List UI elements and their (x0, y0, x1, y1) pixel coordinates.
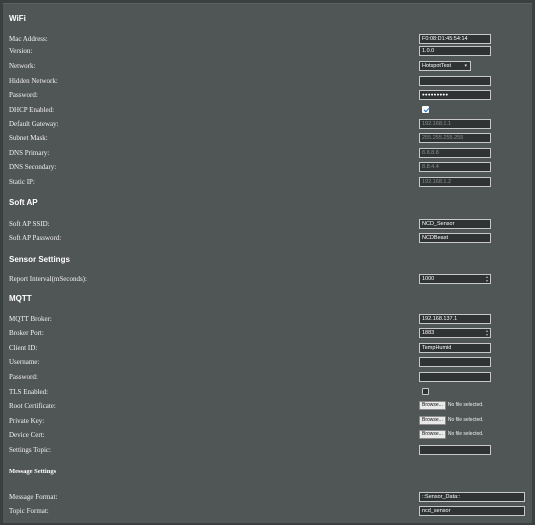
dns-secondary-label: DNS Secondary: (9, 163, 57, 171)
dns-primary-input[interactable]: 8.8.8.8 (419, 148, 491, 158)
static-ip-row: Static IP: 192.168.1.2 (9, 177, 524, 191)
version-label: Version: (9, 47, 33, 55)
mqtt-username-row: Username: (9, 357, 524, 371)
mqtt-username-input[interactable] (419, 357, 491, 367)
topic-format-input[interactable]: ncd_sensor (419, 506, 525, 516)
report-interval-label: Report Interval(mSeconds): (9, 275, 87, 283)
mqtt-password-label: Password: (9, 373, 38, 381)
sensor-settings-header: Sensor Settings (9, 255, 70, 264)
topic-format-row: Topic Format: ncd_sensor (9, 506, 525, 520)
device-cert-status: No file selected. (447, 431, 484, 437)
report-interval-value: 1000 (422, 276, 435, 282)
tls-checkbox[interactable] (422, 388, 429, 395)
broker-port-label: Broker Port: (9, 329, 44, 337)
root-cert-status: No file selected. (447, 402, 484, 408)
dhcp-checkbox[interactable] (422, 106, 429, 113)
mqtt-password-input[interactable] (419, 372, 491, 382)
softap-header: Soft AP (9, 198, 38, 207)
gateway-label: Default Gateway: (9, 120, 59, 128)
wifi-password-label: Password: (9, 91, 38, 99)
dhcp-row: DHCP Enabled: (9, 105, 524, 119)
broker-port-input[interactable]: 1883 ▴ ▾ (419, 328, 491, 338)
device-cert-file: Browse... No file selected. (419, 430, 483, 440)
message-format-row: Message Format: ::Sensor_Data:: (9, 492, 525, 506)
settings-topic-label: Settings Topic: (9, 446, 51, 454)
network-selected-value: HotspotTest (422, 63, 452, 69)
softap-ssid-input[interactable]: NCD_Sensor (419, 219, 491, 229)
mac-label: Mac Address: (9, 35, 48, 43)
message-format-input[interactable]: ::Sensor_Data:: (419, 492, 525, 502)
chevron-down-icon: ▾ (464, 63, 467, 69)
network-row: Network: HotspotTest ▾ (9, 61, 524, 75)
dns-secondary-input[interactable]: 8.8.4.4 (419, 162, 491, 172)
settings-topic-row: Settings Topic: (9, 445, 524, 459)
dns-primary-row: DNS Primary: 8.8.8.8 (9, 148, 524, 162)
wifi-password-row: Password: ●●●●●●●●● (9, 90, 524, 104)
subnet-label: Subnet Mask: (9, 134, 48, 142)
settings-topic-input[interactable] (419, 445, 491, 455)
mqtt-broker-row: MQTT Broker: 192.168.137.1 (9, 314, 524, 328)
mac-input[interactable]: F0:08:D1:45:54:14 (419, 34, 491, 44)
hidden-network-input[interactable] (419, 76, 491, 86)
version-input[interactable]: 1.0.0 (419, 46, 491, 56)
client-id-input[interactable]: TempHumid (419, 343, 491, 353)
hidden-network-row: Hidden Network: (9, 76, 524, 90)
root-cert-file: Browse... No file selected. (419, 401, 483, 411)
client-id-row: Client ID: TempHumid (9, 343, 524, 357)
dns-secondary-row: DNS Secondary: 8.8.4.4 (9, 162, 524, 176)
stepper-arrows-icon[interactable]: ▴ ▾ (486, 275, 488, 283)
root-cert-row: Root Certificate: Browse... No file selec… (9, 401, 524, 415)
static-ip-label: Static IP: (9, 178, 35, 186)
softap-password-input[interactable]: NCDBeast (419, 233, 491, 243)
root-cert-browse-button[interactable]: Browse... (419, 401, 446, 410)
network-select[interactable]: HotspotTest ▾ (419, 61, 471, 71)
report-interval-input[interactable]: 1000 ▴ ▾ (419, 274, 491, 284)
broker-port-value: 1883 (422, 330, 435, 336)
softap-password-label: Soft AP Password: (9, 234, 62, 242)
private-key-file: Browse... No file selected. (419, 416, 483, 426)
broker-port-row: Broker Port: 1883 ▴ ▾ (9, 328, 524, 342)
client-id-label: Client ID: (9, 344, 38, 352)
message-format-label: Message Format: (9, 493, 58, 501)
softap-ssid-label: Soft AP SSID: (9, 220, 50, 228)
private-key-status: No file selected. (447, 417, 484, 423)
softap-password-row: Soft AP Password: NCDBeast (9, 233, 524, 247)
mqtt-username-label: Username: (9, 358, 40, 366)
hidden-network-label: Hidden Network: (9, 77, 58, 85)
gateway-row: Default Gateway: 192.168.1.1 (9, 119, 524, 133)
report-interval-row: Report Interval(mSeconds): 1000 ▴ ▾ (9, 274, 524, 288)
dhcp-label: DHCP Enabled: (9, 106, 55, 114)
wifi-password-input[interactable]: ●●●●●●●●● (419, 90, 491, 100)
stepper-arrows-icon[interactable]: ▴ ▾ (486, 329, 488, 337)
static-ip-input[interactable]: 192.168.1.2 (419, 177, 491, 187)
private-key-browse-button[interactable]: Browse... (419, 416, 446, 425)
gateway-input[interactable]: 192.168.1.1 (419, 119, 491, 129)
topic-format-label: Topic Format: (9, 507, 49, 515)
version-row: Version: 1.0.0 (9, 46, 524, 60)
tls-row: TLS Enabled: (9, 387, 524, 401)
device-cert-row: Device Cert: Browse... No file selected. (9, 430, 524, 444)
private-key-row: Private Key: Browse... No file selected. (9, 416, 524, 430)
mqtt-password-row: Password: (9, 372, 524, 386)
mqtt-header: MQTT (9, 294, 32, 303)
message-settings-header: Message Settings (9, 468, 57, 475)
device-cert-browse-button[interactable]: Browse... (419, 430, 446, 439)
dns-primary-label: DNS Primary: (9, 149, 50, 157)
private-key-label: Private Key: (9, 417, 45, 425)
root-cert-label: Root Certificate: (9, 402, 56, 410)
softap-ssid-row: Soft AP SSID: NCD_Sensor (9, 219, 524, 233)
mqtt-broker-input[interactable]: 192.168.137.1 (419, 314, 491, 324)
tls-label: TLS Enabled: (9, 388, 49, 396)
subnet-row: Subnet Mask: 255.255.255.255 (9, 133, 524, 147)
wifi-header: WiFi (9, 14, 26, 23)
mqtt-broker-label: MQTT Broker: (9, 315, 52, 323)
network-label: Network: (9, 62, 36, 70)
subnet-input[interactable]: 255.255.255.255 (419, 133, 491, 143)
device-cert-label: Device Cert: (9, 431, 45, 439)
